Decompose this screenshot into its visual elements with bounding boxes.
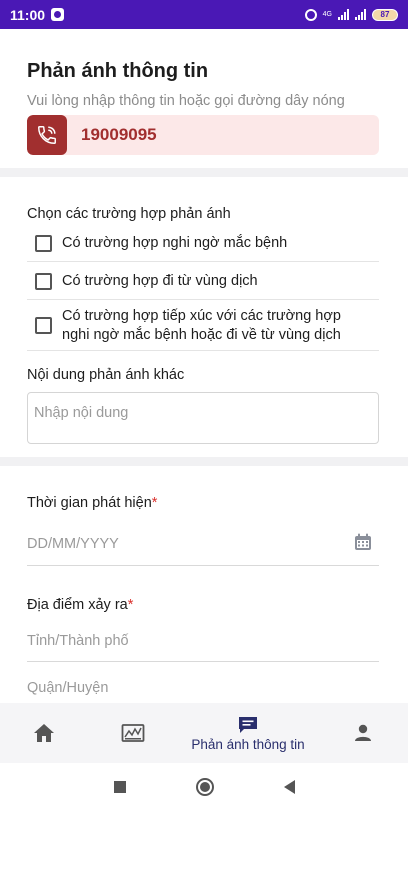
image-chart-icon [121,724,145,742]
other-content-label: Nội dung phản ánh khác [27,367,185,383]
home-icon [34,724,54,742]
date-placeholder: DD/MM/YYYY [27,535,119,552]
phone-call-icon [27,115,67,155]
detection-date-input[interactable]: DD/MM/YYYY [27,522,379,566]
location-label-text: Địa điểm xảy ra [27,597,128,613]
calendar-icon[interactable] [353,532,373,556]
nav-item-report[interactable]: Phản ánh thông tin [178,703,318,763]
person-icon [355,724,371,741]
section-divider [0,168,408,177]
checkbox[interactable] [35,272,52,290]
province-select[interactable]: Tỉnh/Thành phố [27,620,379,662]
checkbox[interactable] [35,235,52,252]
case-option-suspected[interactable]: Có trường hợp nghi ngờ mắc bệnh [27,226,379,262]
case-option-contact[interactable]: Có trường hợp tiếp xúc với các trường hợ… [27,301,379,351]
checkbox[interactable] [35,317,52,334]
status-indicators: 4G 87 [304,8,398,21]
location-label: Địa điểm xảy ra* [27,597,133,613]
hotline-button[interactable]: 19009095 [27,115,379,155]
nav-item-gallery[interactable] [88,703,178,763]
case-option-label-line2: nghi ngờ mắc bệnh hoặc đi về từ vùng dịc… [62,326,341,343]
message-icon [239,716,257,733]
back-icon[interactable] [283,780,295,794]
district-placeholder: Quận/Huyện [27,679,109,696]
nav-item-home[interactable] [0,703,88,763]
detection-time-label: Thời gian phát hiện* [27,495,157,511]
battery-icon: 87 [372,8,398,21]
hotline-number: 19009095 [81,125,157,144]
bottom-nav: Phản ánh thông tin [0,703,408,763]
required-mark: * [151,495,158,511]
status-time: 11:00 [10,6,46,23]
required-mark: * [127,597,134,613]
cases-label: Chọn các trường hợp phản ánh [27,206,231,222]
district-select[interactable]: Quận/Huyện [27,672,379,703]
signal-icon-2 [355,9,366,20]
nav-item-profile[interactable] [318,703,408,763]
case-option-from-epidemic-zone[interactable]: Có trường hợp đi từ vùng dịch [27,263,379,300]
nav-item-report-label: Phản ánh thông tin [191,736,305,752]
case-option-label-line1: Có trường hợp tiếp xúc với các trường hợ… [62,307,341,324]
page-subtitle: Vui lòng nhập thông tin hoặc gọi đường d… [27,93,345,109]
status-bar: 11:00 4G 87 [0,0,408,29]
page-title: Phản ánh thông tin [27,60,209,82]
signal-icon [338,9,349,20]
system-nav-bar [0,763,408,811]
case-option-label: Có trường hợp nghi ngờ mắc bệnh [62,235,288,251]
case-option-label: Có trường hợp tiếp xúc với các trường hợ… [62,307,341,345]
network-type-label: 4G [322,11,332,18]
case-option-label: Có trường hợp đi từ vùng dịch [62,272,258,289]
alarm-icon [304,8,317,21]
province-placeholder: Tỉnh/Thành phố [27,632,129,649]
app-notification-icon [51,8,65,21]
section-divider [0,457,408,466]
other-content-input[interactable]: Nhập nội dung [27,392,379,444]
recent-apps-icon[interactable] [113,781,126,793]
home-button-icon[interactable] [195,778,214,796]
detection-time-label-text: Thời gian phát hiện [27,495,152,511]
